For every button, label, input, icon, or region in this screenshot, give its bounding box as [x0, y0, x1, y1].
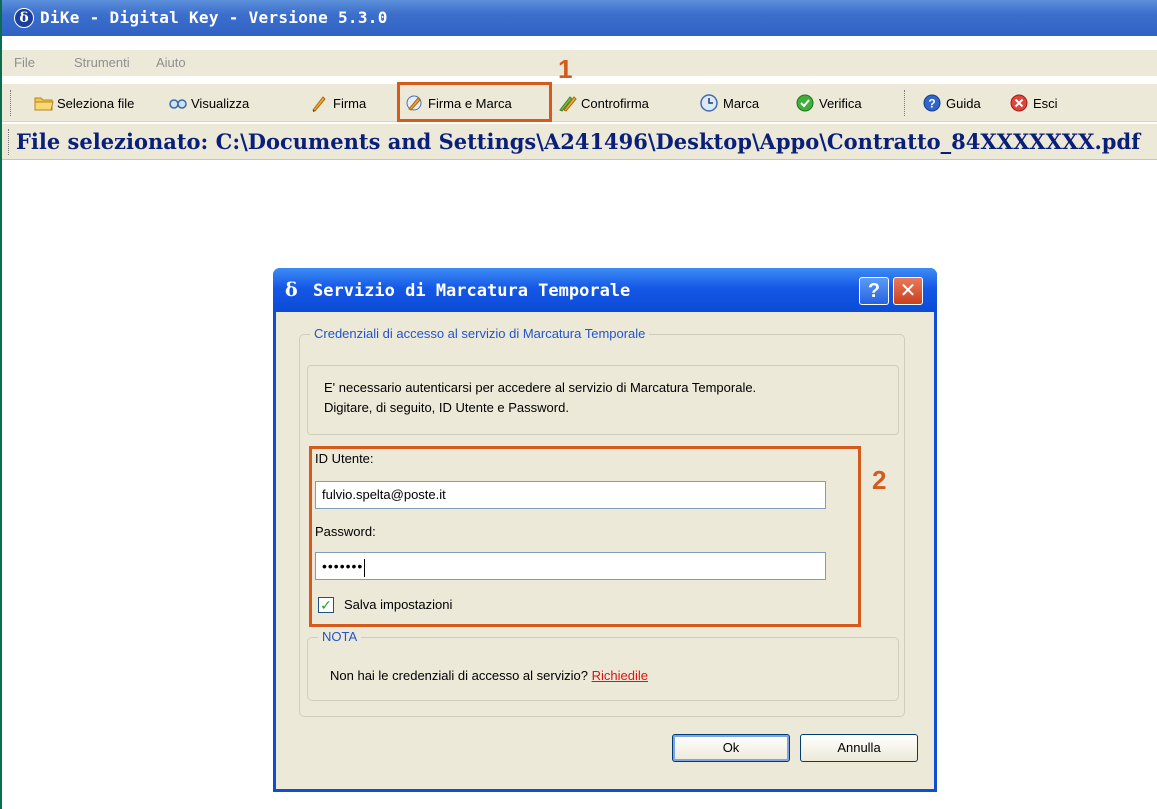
exit-button[interactable]: Esci [1010, 92, 1058, 114]
main-window: δ DiKe - Digital Key - Versione 5.3.0 Fi… [0, 0, 1157, 809]
help-icon: ? [923, 94, 941, 112]
dialog-close-button[interactable]: ✕ [893, 277, 923, 305]
highlight-box-2 [309, 446, 861, 627]
view-icon [168, 94, 187, 112]
timestamp-service-dialog: δ Servizio di Marcatura Temporale ? ✕ Cr… [273, 268, 937, 792]
info-line-2: Digitare, di seguito, ID Utente e Passwo… [324, 400, 569, 415]
menu-aiuto[interactable]: Aiuto [156, 55, 186, 70]
clock-icon [700, 94, 718, 112]
delta-icon: δ [14, 8, 34, 28]
info-line-1: E' necessario autenticarsi per accedere … [324, 380, 757, 395]
callout-number-1: 1 [558, 54, 573, 84]
sign-button[interactable]: Firma [310, 92, 366, 114]
highlight-box-1 [397, 82, 552, 122]
view-button[interactable]: Visualizza [168, 92, 249, 114]
credentials-group-title: Credenziali di accesso al servizio di Ma… [310, 326, 650, 341]
filebar-grip [8, 129, 10, 155]
app-title: DiKe - Digital Key - Versione 5.3.0 [40, 8, 388, 27]
dialog-titlebar[interactable]: δ Servizio di Marcatura Temporale ? ✕ [273, 268, 937, 312]
info-box: E' necessario autenticarsi per accedere … [307, 365, 899, 435]
select-file-button[interactable]: Seleziona file [34, 92, 134, 114]
info-text: E' necessario autenticarsi per accedere … [324, 378, 756, 418]
check-icon [796, 94, 814, 112]
exit-label: Esci [1033, 95, 1058, 111]
note-text: Non hai le credenziali di accesso al ser… [330, 668, 648, 683]
cancel-button[interactable]: Annulla [800, 734, 918, 762]
svg-text:?: ? [928, 97, 935, 111]
dialog-help-button[interactable]: ? [859, 277, 889, 305]
toolbar-grip[interactable] [10, 90, 12, 116]
stamp-button[interactable]: Marca [700, 92, 759, 114]
verify-button[interactable]: Verifica [796, 92, 862, 114]
folder-icon [34, 94, 54, 112]
toolbar: Seleziona file Visualizza Firma Firma e … [2, 84, 1157, 122]
menu-bar: File Strumenti Aiuto [2, 50, 1157, 76]
request-credentials-link[interactable]: Richiedile [592, 668, 648, 683]
help-button[interactable]: ? Guida [923, 92, 981, 114]
callout-number-2: 2 [872, 465, 887, 495]
countersign-icon [558, 94, 577, 112]
menu-file[interactable]: File [14, 55, 35, 70]
note-message: Non hai le credenziali di accesso al ser… [330, 668, 588, 683]
file-bar: File selezionato: C:\Documents and Setti… [2, 124, 1157, 160]
dialog-title: Servizio di Marcatura Temporale [313, 281, 631, 301]
help-label: Guida [946, 95, 981, 111]
toolbar-separator [904, 90, 906, 116]
note-group-title: NOTA [318, 629, 362, 644]
delta-icon: δ [285, 279, 298, 301]
select-file-label: Seleziona file [57, 95, 135, 111]
verify-label: Verifica [819, 95, 862, 111]
note-group: NOTA Non hai le credenziali di accesso a… [307, 629, 899, 701]
view-label: Visualizza [191, 95, 250, 111]
sign-label: Firma [333, 95, 367, 111]
pen-icon [310, 94, 328, 112]
app-titlebar: δ DiKe - Digital Key - Versione 5.3.0 [2, 0, 1157, 36]
countersign-label: Controfirma [581, 95, 649, 111]
stamp-label: Marca [723, 95, 760, 111]
countersign-button[interactable]: Controfirma [558, 92, 649, 114]
exit-icon [1010, 94, 1028, 112]
menu-strumenti[interactable]: Strumenti [74, 55, 130, 70]
ok-button[interactable]: Ok [672, 734, 790, 762]
selected-file-path: File selezionato: C:\Documents and Setti… [16, 129, 1141, 154]
